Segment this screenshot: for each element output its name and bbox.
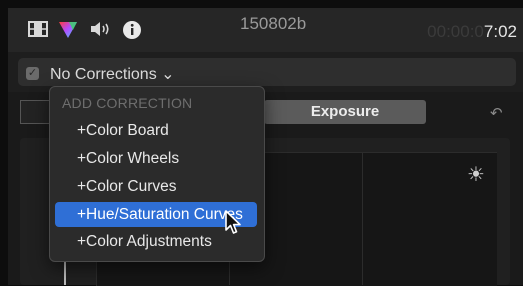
film-strip-icon[interactable]: [28, 21, 48, 37]
correction-selector[interactable]: No Corrections ⌄: [50, 64, 175, 84]
menu-item-color-curves[interactable]: +Color Curves: [55, 174, 257, 199]
clip-name: 150802b: [240, 14, 307, 33]
timecode-bright: 7:02: [483, 22, 517, 41]
color-triangle-icon[interactable]: [58, 21, 78, 39]
sun-icon[interactable]: ☀: [467, 162, 485, 187]
timecode: 00:00:07:02: [427, 22, 517, 42]
correction-enable-checkbox[interactable]: ✓: [26, 67, 39, 80]
speaker-icon[interactable]: [90, 21, 112, 37]
menu-item-color-wheels[interactable]: +Color Wheels: [55, 146, 257, 171]
tab-exposure[interactable]: Exposure: [264, 100, 426, 124]
mouse-pointer-icon: [225, 210, 241, 234]
grid-line: [362, 152, 363, 285]
menu-header: ADD CORRECTION: [62, 95, 193, 111]
reset-icon[interactable]: ↶: [490, 104, 503, 122]
timecode-dim: 00:00:0: [427, 22, 484, 41]
info-icon[interactable]: [122, 20, 142, 40]
menu-item-color-board[interactable]: +Color Board: [55, 118, 257, 143]
